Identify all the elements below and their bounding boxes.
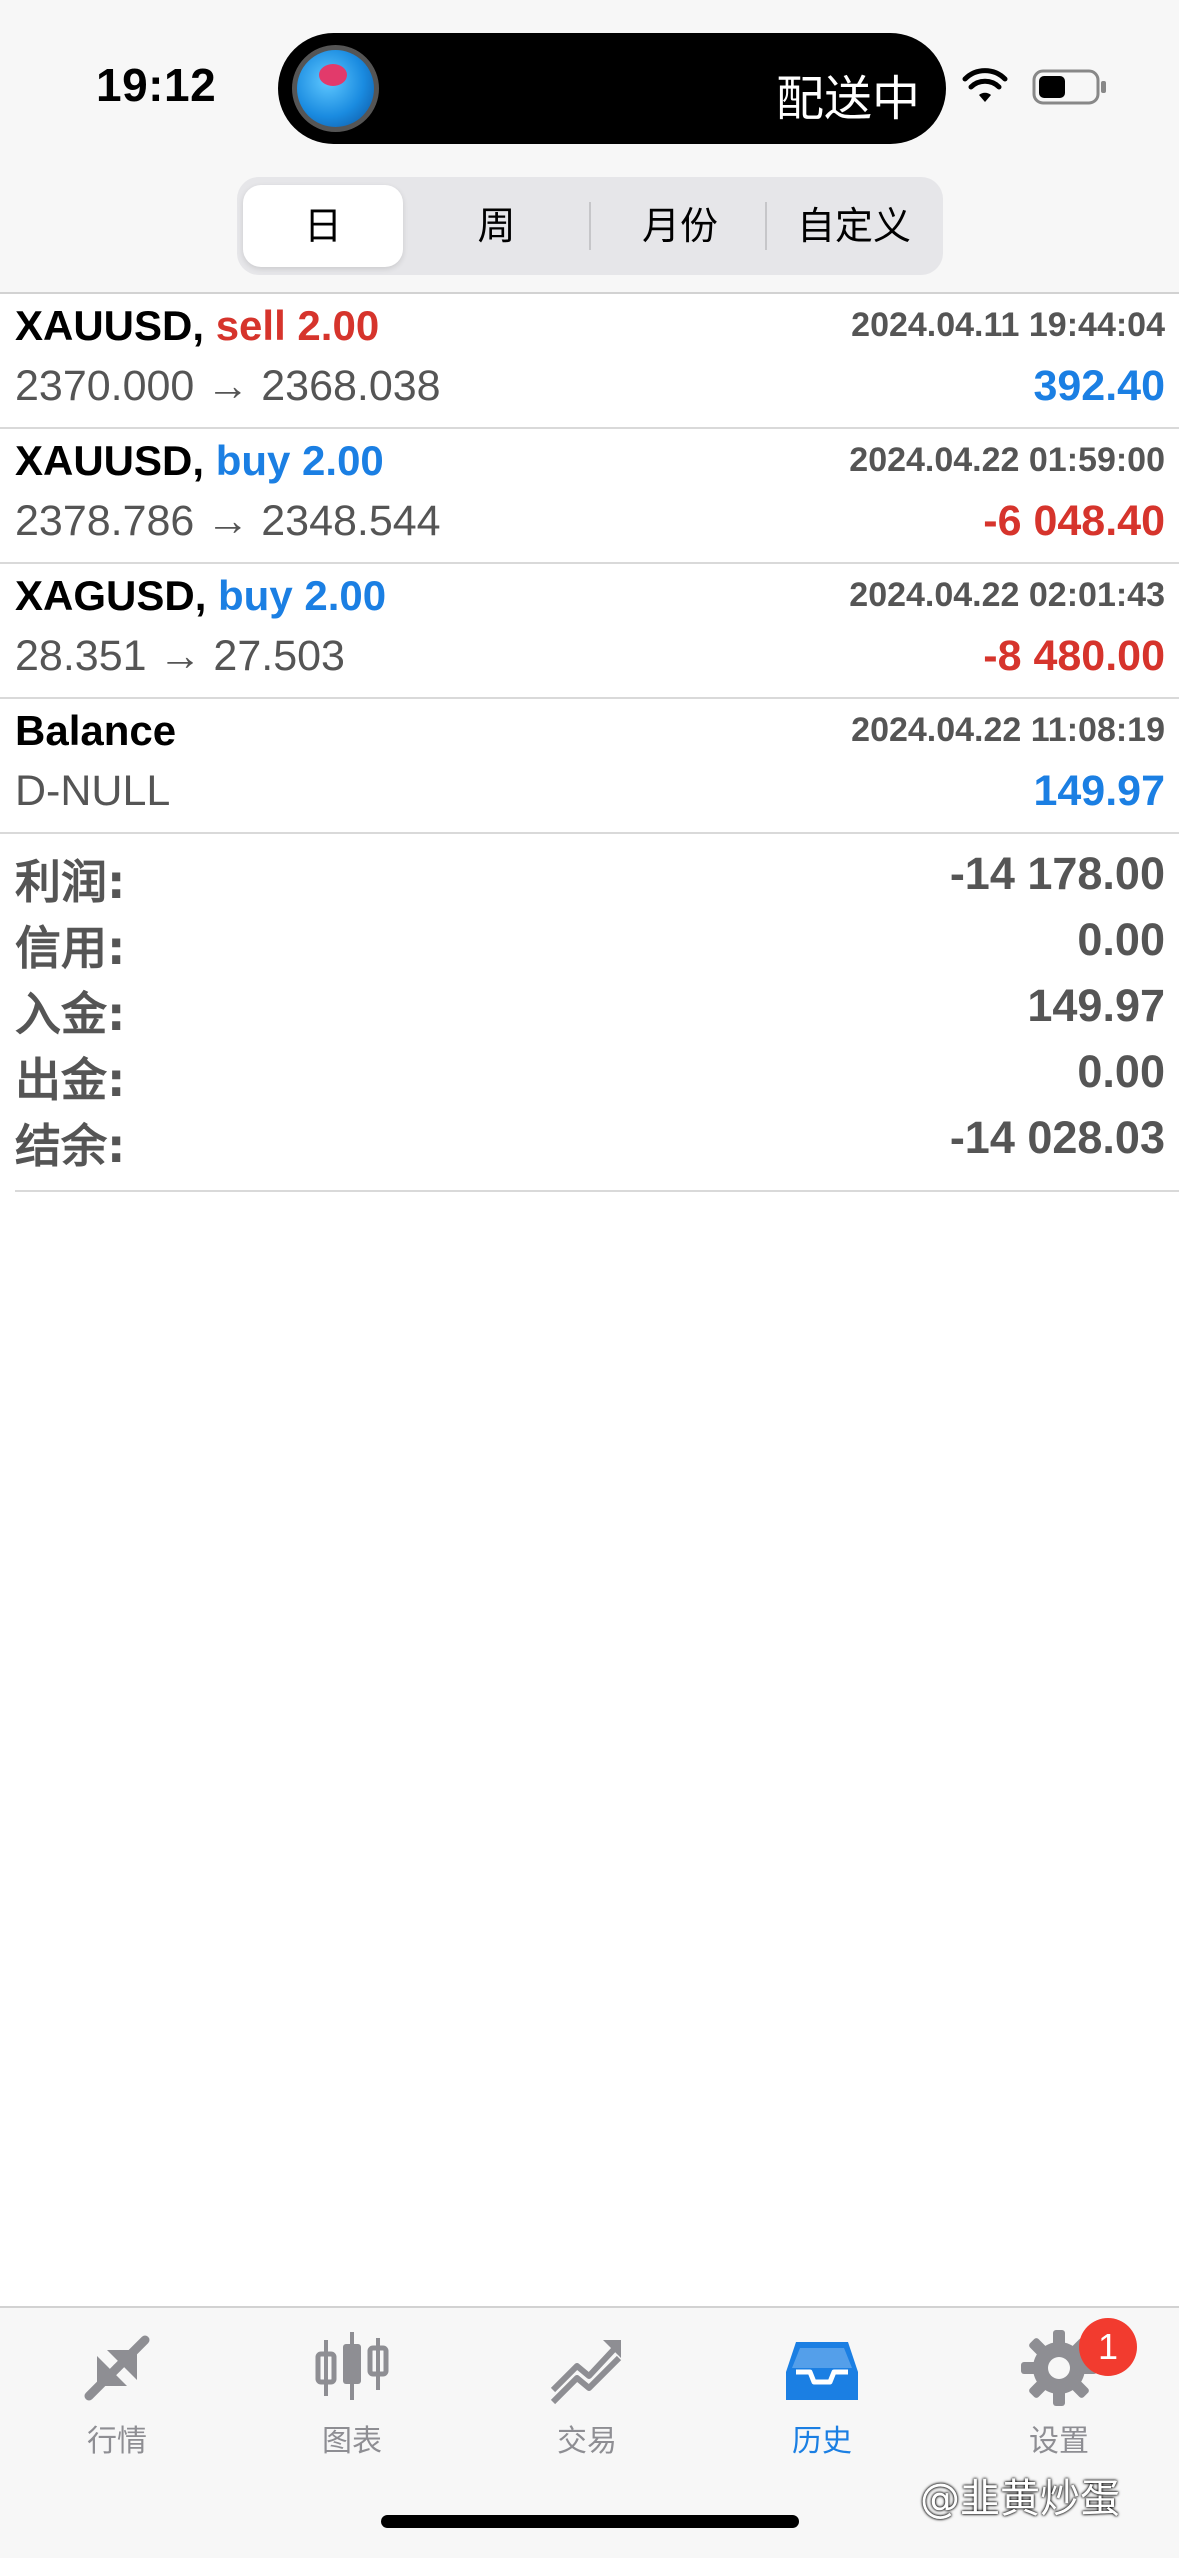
summary-row-withdrawal: 出金: 0.00 xyxy=(0,1036,1179,1107)
settings-notification-badge: 1 xyxy=(1079,2318,1137,2376)
wifi-icon xyxy=(962,68,1008,102)
island-status-text: 配送中 xyxy=(775,71,920,127)
summary-row-profit: 利润: -14 178.00 xyxy=(0,838,1179,909)
tab-label: 图表 xyxy=(322,2424,382,2459)
deal-row[interactable]: XAUUSD, sell 2.00 2024.04.11 19:44:04 23… xyxy=(0,294,1179,429)
summary-label: 信用: xyxy=(15,921,126,975)
tab-label: 历史 xyxy=(792,2424,852,2459)
tab-history[interactable]: 历史 xyxy=(742,2328,902,2468)
deal-time: 2024.04.22 01:59:00 xyxy=(849,441,1165,479)
deal-row[interactable]: XAUUSD, buy 2.00 2024.04.22 01:59:00 237… xyxy=(0,429,1179,564)
history-inbox-icon xyxy=(786,2342,858,2400)
summary-value: 0.00 xyxy=(1077,914,1165,965)
top-bar: 19:12 配送中 日 周 月份 自定义 xyxy=(0,0,1179,292)
tab-quotes[interactable]: 行情 xyxy=(37,2328,197,2468)
dynamic-island[interactable]: 配送中 xyxy=(278,33,946,144)
summary-label: 利润: xyxy=(15,855,126,909)
deal-time: 2024.04.22 11:08:19 xyxy=(851,711,1165,749)
row-divider xyxy=(0,832,1179,834)
deal-profit: -8 480.00 xyxy=(983,632,1165,680)
deal-profit: 149.97 xyxy=(1033,767,1165,815)
summary-label: 结余: xyxy=(15,1119,126,1173)
tab-week[interactable]: 周 xyxy=(409,185,584,267)
summary-label: 出金: xyxy=(15,1053,126,1107)
summary-row-balance: 结余: -14 028.03 xyxy=(0,1102,1179,1173)
summary-value: 149.97 xyxy=(1027,980,1165,1031)
summary-value: 0.00 xyxy=(1077,1046,1165,1097)
tab-label: 行情 xyxy=(87,2424,147,2459)
deal-prices: 2378.786 → 2348.544 xyxy=(15,497,441,545)
tab-charts[interactable]: 图表 xyxy=(272,2328,432,2468)
tab-month[interactable]: 月份 xyxy=(595,185,765,267)
segment-divider xyxy=(589,202,591,250)
trade-trend-icon xyxy=(550,2340,622,2405)
deal-symbol: XAUUSD, xyxy=(15,302,205,349)
battery-icon xyxy=(1032,69,1106,105)
tab-label: 交易 xyxy=(557,2424,617,2459)
deal-profit: 392.40 xyxy=(1033,362,1165,410)
deal-time: 2024.04.22 02:01:43 xyxy=(849,576,1165,614)
tab-custom[interactable]: 自定义 xyxy=(769,185,939,267)
deal-comment: D-NULL xyxy=(15,767,171,815)
watermark: @韭黄炒蛋 xyxy=(920,2476,1120,2522)
deal-symbol: XAUUSD, xyxy=(15,437,205,484)
tab-trade[interactable]: 交易 xyxy=(507,2328,667,2468)
deal-prices: 2370.000 → 2368.038 xyxy=(15,362,441,410)
segment-divider xyxy=(765,202,767,250)
deal-profit: -6 048.40 xyxy=(983,497,1165,545)
deal-row[interactable]: XAGUSD, buy 2.00 2024.04.22 02:01:43 28.… xyxy=(0,564,1179,699)
status-time: 19:12 xyxy=(96,59,217,111)
summary-divider xyxy=(15,1190,1179,1192)
deal-symbol: Balance xyxy=(15,707,177,754)
deal-prices: 28.351 → 27.503 xyxy=(15,632,345,680)
deal-action: buy 2.00 xyxy=(218,572,387,619)
history-summary: 利润: -14 178.00 信用: 0.00 入金: 149.97 出金: 0… xyxy=(0,838,1179,1173)
app-avatar-icon xyxy=(292,45,379,132)
home-indicator[interactable] xyxy=(381,2515,799,2528)
deal-symbol: XAGUSD, xyxy=(15,572,207,619)
deal-action: buy 2.00 xyxy=(215,437,384,484)
summary-value: -14 178.00 xyxy=(949,848,1165,899)
deal-time: 2024.04.11 19:44:04 xyxy=(851,306,1165,344)
summary-row-credit: 信用: 0.00 xyxy=(0,904,1179,975)
summary-value: -14 028.03 xyxy=(949,1112,1165,1163)
summary-row-deposit: 入金: 149.97 xyxy=(0,970,1179,1041)
balance-row[interactable]: Balance 2024.04.22 11:08:19 D-NULL 149.9… xyxy=(0,699,1179,834)
summary-label: 入金: xyxy=(15,987,126,1041)
deal-action: sell 2.00 xyxy=(215,302,380,349)
tab-day[interactable]: 日 xyxy=(243,185,403,267)
period-segmented-control: 日 周 月份 自定义 xyxy=(237,177,943,275)
quotes-arrows-icon xyxy=(84,2335,150,2401)
tab-label: 设置 xyxy=(1029,2424,1089,2459)
candlestick-chart-icon xyxy=(315,2332,389,2400)
